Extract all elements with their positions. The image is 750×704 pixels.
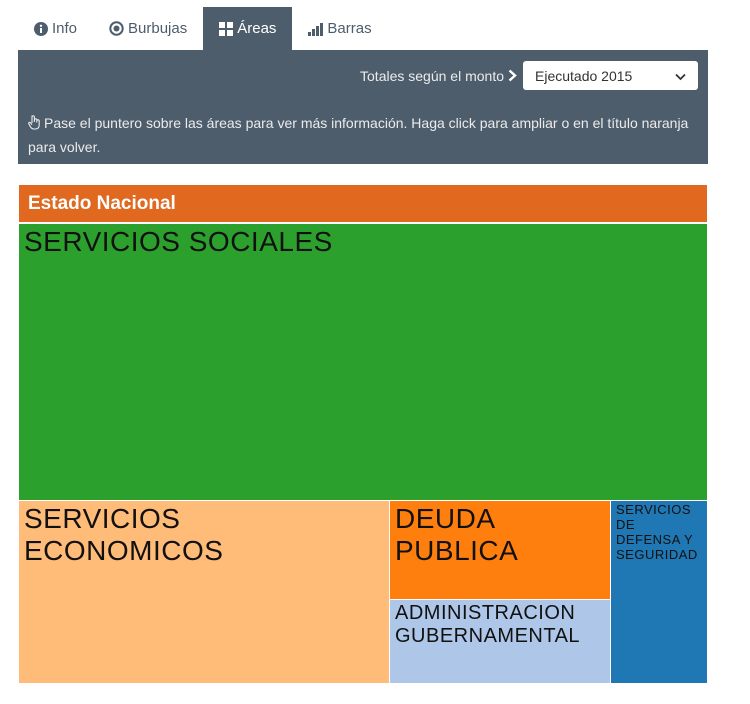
instructions-text: Pase el puntero sobre las áreas para ver… (28, 112, 692, 158)
tab-areas[interactable]: Áreas (203, 7, 293, 50)
cell-servicios-sociales[interactable]: SERVICIOS SOCIALES (18, 223, 708, 501)
cell-label: DEUDA PUBLICA (395, 503, 519, 567)
bar-chart-icon (308, 22, 324, 36)
tab-burbujas[interactable]: Burbujas (93, 7, 203, 50)
amount-select-value: Ejecutado 2015 (535, 67, 633, 84)
dot-circle-icon (109, 21, 124, 36)
tab-areas-label: Áreas (237, 20, 277, 37)
cell-label: SERVICIOS DE DEFENSA Y SEGURIDAD (616, 502, 698, 562)
cell-deuda-publica[interactable]: DEUDA PUBLICA (389, 500, 611, 600)
cell-label: ADMINISTRACION GUBERNAMENTAL (395, 602, 581, 647)
cell-label: SERVICIOS ECONOMICOS (24, 503, 224, 567)
tab-barras[interactable]: Barras (292, 7, 387, 50)
chevron-right-icon (508, 69, 517, 82)
cell-label: SERVICIOS SOCIALES (24, 226, 333, 257)
amount-selector-row: Totales según el monto Ejecutado 2015 (360, 61, 698, 90)
treemap: Estado Nacional SERVICIOS SOCIALES SERVI… (18, 184, 708, 684)
cell-servicios-economicos[interactable]: SERVICIOS ECONOMICOS (18, 500, 390, 684)
tab-info[interactable]: Info (18, 7, 93, 50)
instructions-label: Pase el puntero sobre las áreas para ver… (28, 115, 689, 155)
amount-selector-label: Totales según el monto (360, 67, 504, 84)
info-circle-icon (34, 21, 48, 36)
tab-burbujas-label: Burbujas (128, 20, 188, 37)
tab-barras-label: Barras (327, 20, 372, 37)
grid-icon (219, 21, 234, 36)
hand-pointer-icon (28, 114, 41, 136)
controls-panel: Totales según el monto Ejecutado 2015 Pa… (18, 50, 708, 164)
chevron-down-icon (675, 68, 686, 84)
amount-select[interactable]: Ejecutado 2015 (523, 61, 698, 90)
tab-info-label: Info (52, 20, 78, 37)
cell-administracion-gubernamental[interactable]: ADMINISTRACION GUBERNAMENTAL (389, 599, 611, 684)
view-tabs: Info Burbujas Áreas Barras (18, 7, 388, 50)
treemap-title[interactable]: Estado Nacional (18, 184, 708, 223)
cell-servicios-defensa-seguridad[interactable]: SERVICIOS DE DEFENSA Y SEGURIDAD (610, 500, 708, 684)
